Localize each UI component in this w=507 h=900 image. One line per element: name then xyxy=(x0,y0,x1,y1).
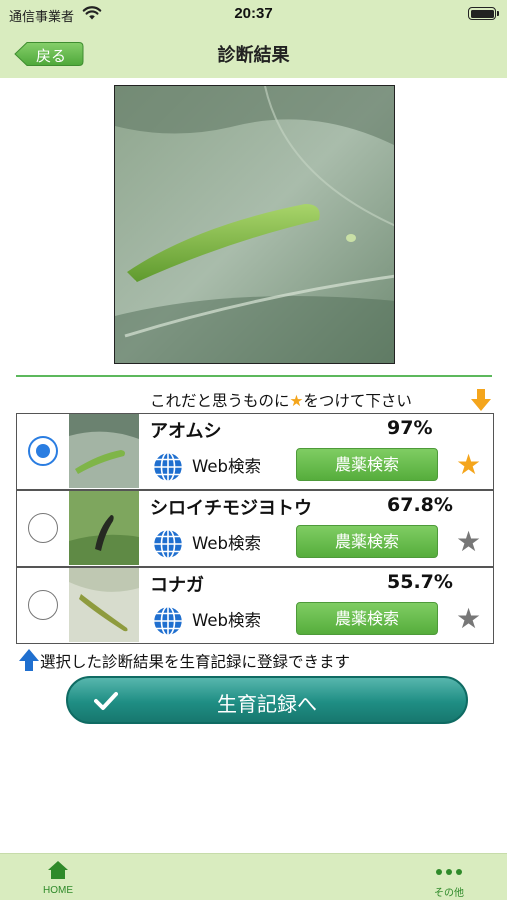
web-search-link[interactable]: Web検索 xyxy=(192,607,261,631)
tab-other-label: その他 xyxy=(434,888,464,899)
page-title: 診断結果 xyxy=(217,45,290,66)
globe-icon[interactable] xyxy=(152,605,184,637)
result-percent: 97% xyxy=(387,417,433,439)
result-row[interactable]: シロイチモジヨトウ 67.8% Web検索 農薬検索 ★ xyxy=(16,490,494,567)
clock: 20:37 xyxy=(234,5,273,22)
growth-record-label: 生育記録へ xyxy=(217,692,317,716)
down-arrow-icon xyxy=(471,389,491,411)
tab-bar: HOME その他 xyxy=(0,853,507,900)
header: 通信事業者 20:37 戻る 診断結果 xyxy=(0,0,507,78)
info-text: 選択した診断結果を生育記録に登録できます xyxy=(40,653,351,671)
favorite-star-icon[interactable]: ★ xyxy=(456,450,481,480)
tab-other[interactable]: その他 xyxy=(430,862,468,899)
result-name: コナガ xyxy=(150,575,204,596)
battery-icon xyxy=(468,7,499,20)
divider xyxy=(16,375,492,377)
tab-home[interactable]: HOME xyxy=(40,860,76,896)
select-radio[interactable] xyxy=(28,590,58,620)
diagnosis-photo xyxy=(114,85,395,364)
web-search-link[interactable]: Web検索 xyxy=(192,530,261,554)
favorite-star-icon[interactable]: ★ xyxy=(456,527,481,557)
home-icon xyxy=(48,861,68,879)
result-thumbnail xyxy=(69,568,139,642)
favorite-hint: これだと思うものに★をつけて下さい xyxy=(150,392,412,410)
select-radio[interactable] xyxy=(28,436,58,466)
result-name: シロイチモジヨトウ xyxy=(150,498,312,519)
pesticide-search-button[interactable]: 農薬検索 xyxy=(296,525,438,558)
favorite-star-icon[interactable]: ★ xyxy=(456,604,481,634)
pesticide-search-button[interactable]: 農薬検索 xyxy=(296,448,438,481)
star-icon: ★ xyxy=(289,392,304,410)
result-row[interactable]: アオムシ 97% Web検索 農薬検索 ★ xyxy=(16,413,494,490)
up-arrow-icon xyxy=(19,649,39,671)
select-radio[interactable] xyxy=(28,513,58,543)
result-name: アオムシ xyxy=(150,421,222,442)
status-bar: 通信事業者 20:37 xyxy=(0,0,507,30)
result-thumbnail xyxy=(69,491,139,565)
tab-home-label: HOME xyxy=(43,885,73,896)
globe-icon[interactable] xyxy=(152,528,184,560)
result-thumbnail xyxy=(69,414,139,488)
growth-record-button[interactable]: 生育記録へ xyxy=(66,676,468,724)
globe-icon[interactable] xyxy=(152,451,184,483)
result-percent: 55.7% xyxy=(387,571,453,593)
pesticide-search-button[interactable]: 農薬検索 xyxy=(296,602,438,635)
result-row[interactable]: コナガ 55.7% Web検索 農薬検索 ★ xyxy=(16,567,494,644)
result-percent: 67.8% xyxy=(387,494,453,516)
web-search-link[interactable]: Web検索 xyxy=(192,453,261,477)
more-icon xyxy=(436,869,462,875)
